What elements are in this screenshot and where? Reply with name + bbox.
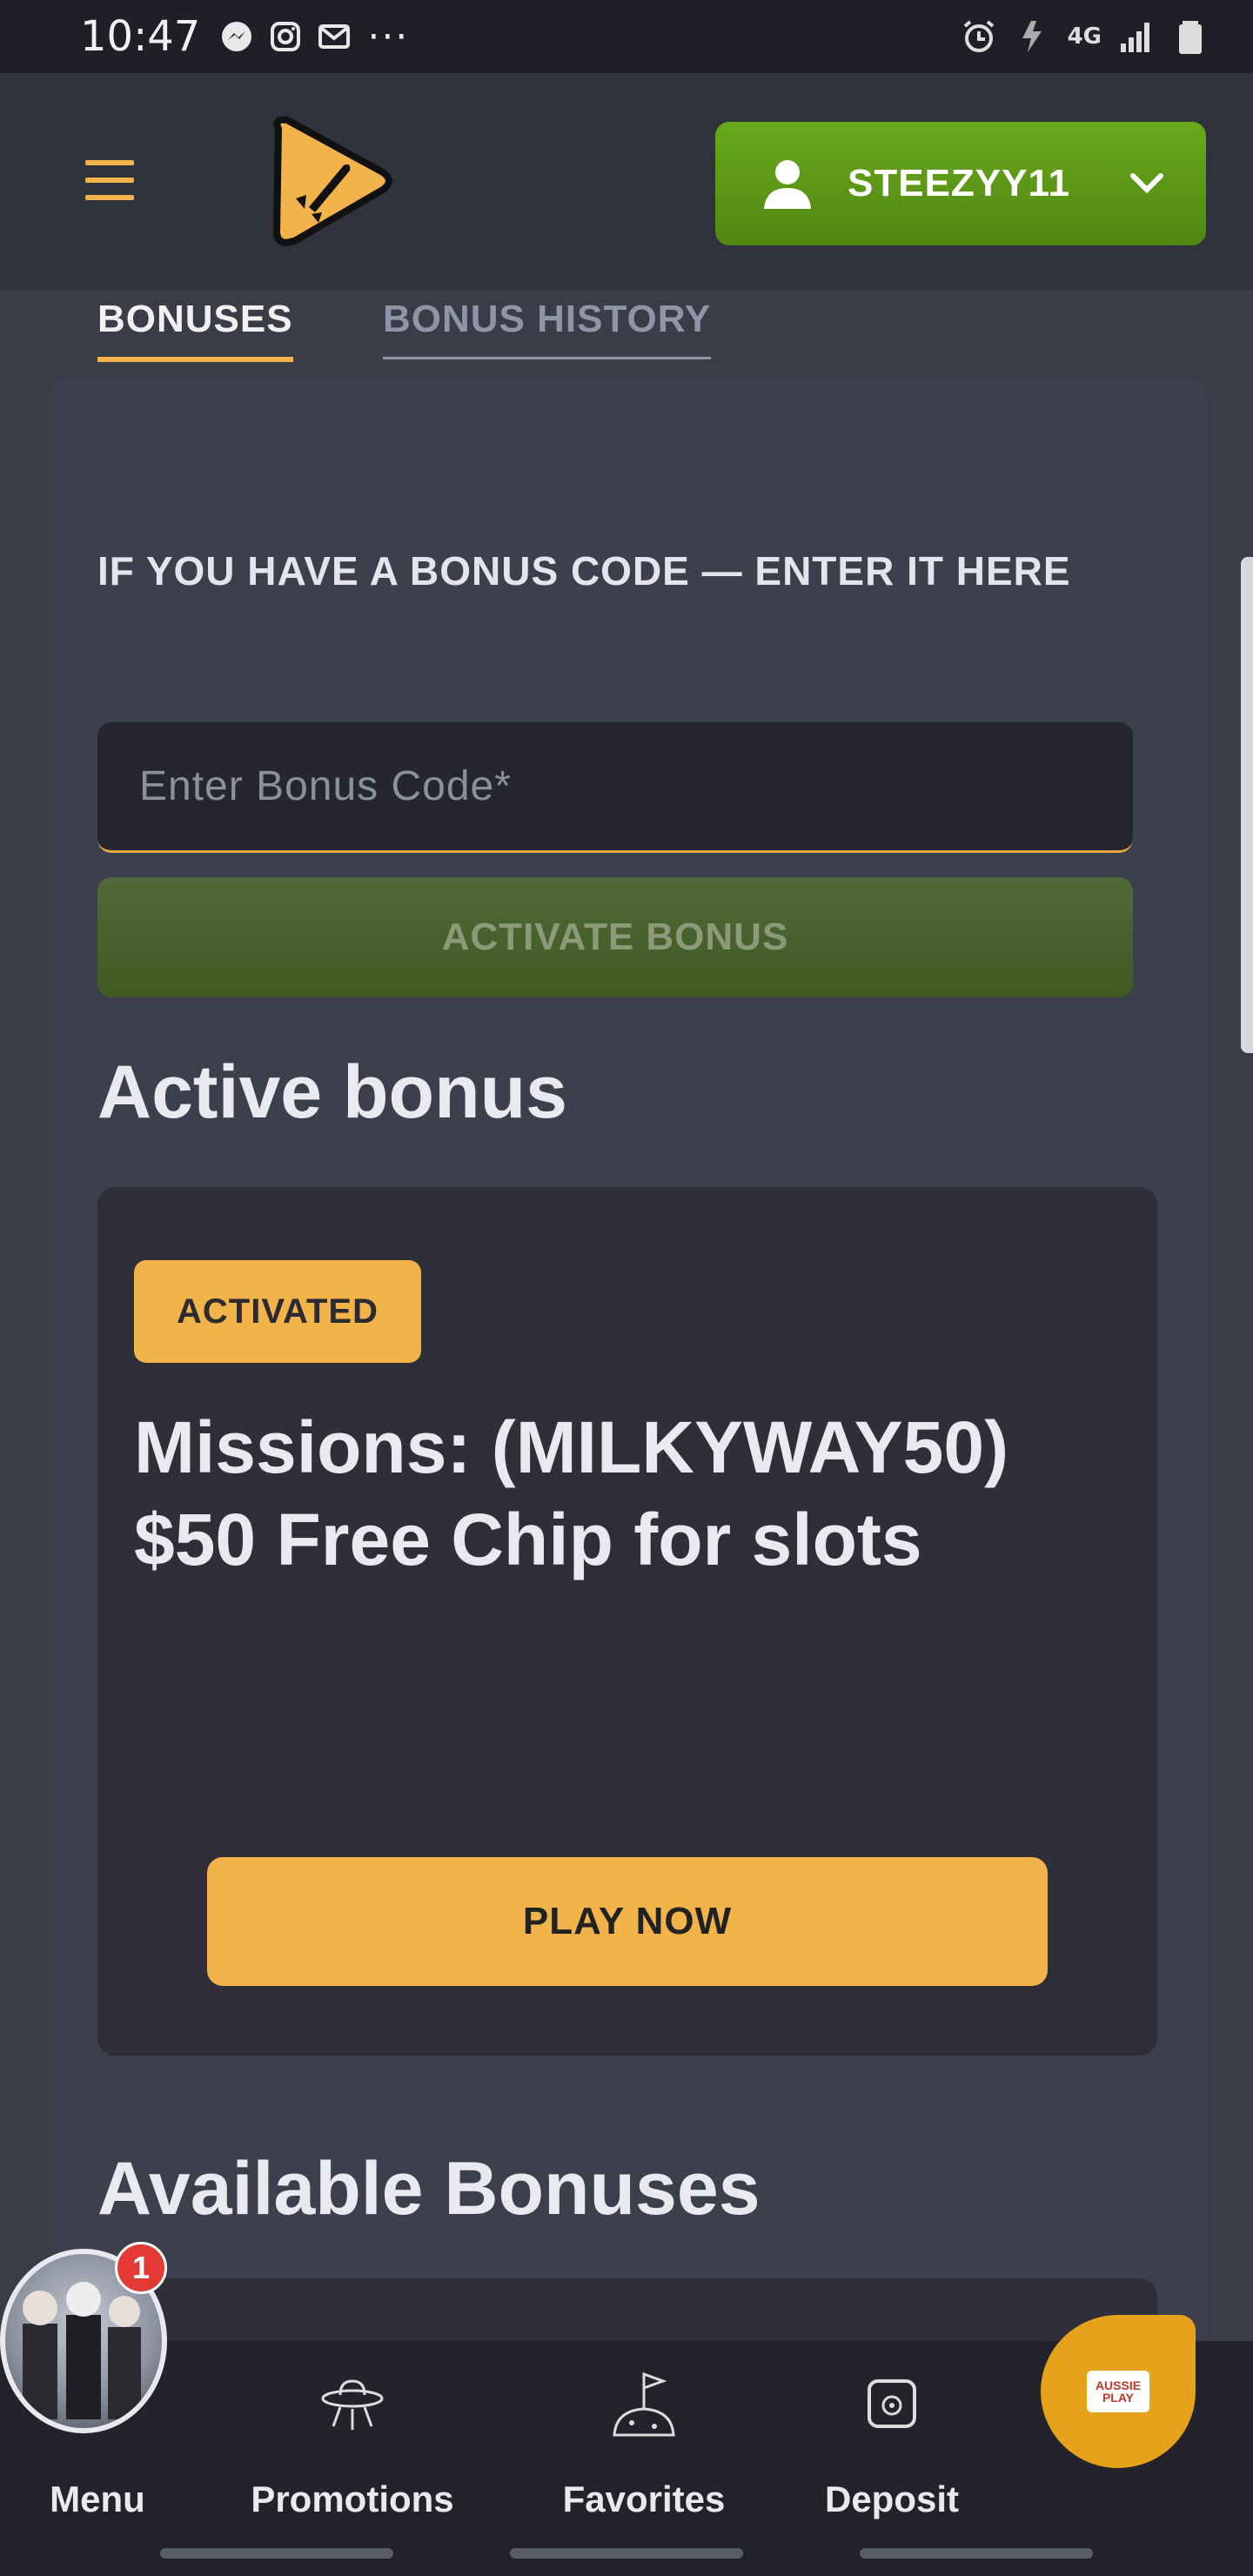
bonus-code-input[interactable] xyxy=(97,722,1133,853)
nav-favorites-label: Favorites xyxy=(562,2479,726,2519)
active-bonus-title: Active bonus xyxy=(97,1050,567,1134)
messenger-icon xyxy=(222,22,252,51)
bonus-panel: IF YOU HAVE A BONUS CODE — ENTER IT HERE… xyxy=(49,378,1206,2383)
chevron-down-icon xyxy=(1130,173,1163,194)
nav-deposit-label: Deposit xyxy=(824,2479,959,2519)
activate-bonus-button[interactable]: ACTIVATE BONUS xyxy=(97,877,1133,997)
active-bonus-card: ACTIVATED Missions: (MILKYWAY50) $50 Fre… xyxy=(97,1187,1157,2056)
bonus-tabs: BONUSES BONUS HISTORY xyxy=(0,291,1253,378)
bonus-code-heading: IF YOU HAVE A BONUS CODE — ENTER IT HERE xyxy=(97,548,1071,594)
user-icon xyxy=(764,160,811,209)
signal-icon xyxy=(1121,23,1149,52)
user-account-button[interactable]: STEEZYY11 xyxy=(715,122,1206,245)
network-type: 4G xyxy=(1067,23,1102,50)
mail-icon xyxy=(318,24,351,49)
moon-flag-icon xyxy=(613,2371,675,2437)
hamburger-icon[interactable] xyxy=(85,160,134,204)
safe-icon xyxy=(868,2379,916,2428)
username: STEEZYY11 xyxy=(848,162,1071,205)
available-bonuses-title: Available Bonuses xyxy=(97,2147,761,2231)
alarm-icon xyxy=(963,20,994,52)
aussie-play-logo: AUSSIE PLAY xyxy=(1087,2371,1149,2412)
rocket-play-logo[interactable] xyxy=(261,111,400,251)
scrollbar[interactable] xyxy=(1241,557,1253,1053)
battery-icon xyxy=(1179,21,1202,54)
nav-promotions[interactable]: Promotions xyxy=(235,2341,470,2532)
instagram-icon xyxy=(271,22,301,51)
status-time: 10:47 xyxy=(80,12,201,61)
data-icon xyxy=(1022,21,1042,52)
status-bar: 10:47 ··· 4G xyxy=(0,0,1253,73)
system-nav-bar xyxy=(0,2548,1253,2559)
nav-promotions-label: Promotions xyxy=(251,2479,454,2519)
status-badge: ACTIVATED xyxy=(134,1260,421,1363)
chat-button[interactable]: AUSSIE PLAY xyxy=(1041,2315,1196,2468)
nav-menu-label: Menu xyxy=(50,2479,145,2519)
notification-badge: 1 xyxy=(115,2242,167,2294)
nav-deposit[interactable]: Deposit xyxy=(809,2341,975,2532)
tab-bonuses[interactable]: BONUSES xyxy=(97,298,293,362)
bonus-title: Missions: (MILKYWAY50) $50 Free Chip for… xyxy=(134,1406,1009,1580)
more-notifications-icon: ··· xyxy=(367,14,410,59)
ufo-icon xyxy=(321,2379,384,2430)
site-header: STEEZYY11 xyxy=(0,73,1253,291)
nav-favorites[interactable]: Favorites xyxy=(539,2341,748,2532)
play-now-button[interactable]: PLAY NOW xyxy=(207,1857,1048,1986)
tab-bonus-history[interactable]: BONUS HISTORY xyxy=(383,298,712,359)
